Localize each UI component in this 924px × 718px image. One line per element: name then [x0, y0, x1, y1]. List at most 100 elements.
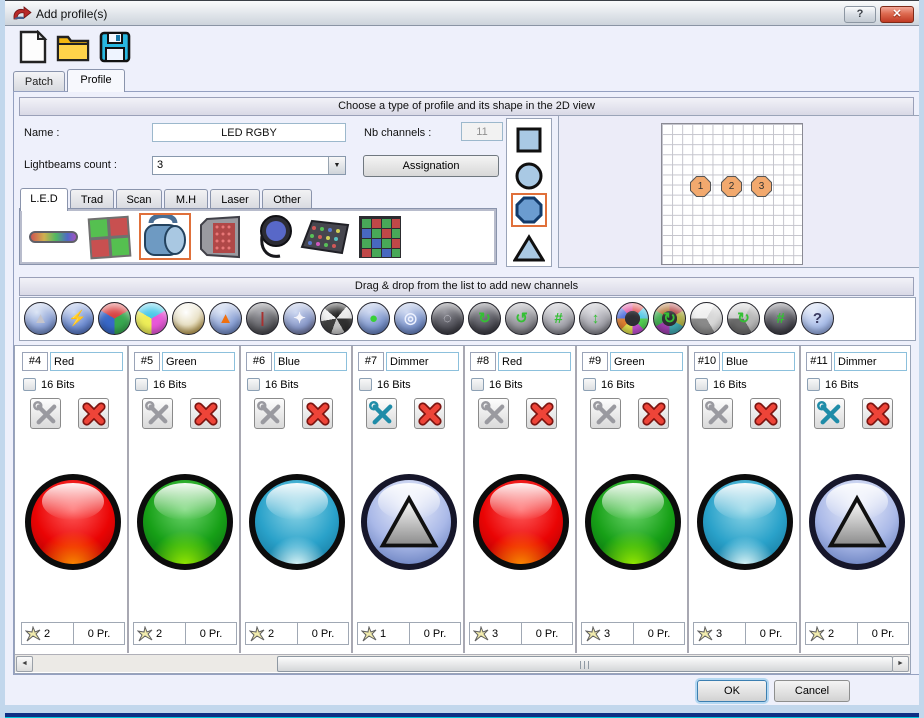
fixture-tab-other[interactable]: Other [262, 189, 312, 210]
speed-channel-icon[interactable]: | [246, 302, 279, 335]
channel-16bits-option[interactable]: 16 Bits [359, 378, 411, 391]
2d-view-grid[interactable]: 1 2 3 [661, 123, 803, 265]
shape-octagon-selected[interactable] [511, 193, 547, 227]
channel-name-input[interactable] [722, 352, 795, 371]
led-can-fixture-selected[interactable] [139, 213, 191, 260]
unknown-channel-icon[interactable]: ? [801, 302, 834, 335]
pr-count-cell[interactable]: 0 Pr. [409, 622, 461, 645]
channel-16bits-option[interactable]: 16 Bits [695, 378, 747, 391]
checkbox-16bits[interactable] [247, 378, 260, 391]
channel-delete-button[interactable] [750, 398, 781, 429]
checkbox-16bits[interactable] [583, 378, 596, 391]
channel-name-input[interactable] [162, 352, 235, 371]
channel-settings-button[interactable] [590, 398, 621, 429]
gobo-wheel-rotation-channel-icon[interactable]: ↻ [468, 302, 501, 335]
channel-orb[interactable] [361, 474, 457, 570]
fixture-tab-mh[interactable]: M.H [164, 189, 208, 210]
preset-count-cell[interactable]: 2 [21, 622, 73, 645]
pr-count-cell[interactable]: 0 Pr. [857, 622, 909, 645]
channel-settings-button[interactable] [254, 398, 285, 429]
scroll-right-arrow[interactable]: ► [892, 656, 909, 672]
open-profile-button[interactable] [55, 30, 91, 66]
channel-settings-button[interactable] [142, 398, 173, 429]
shape-square[interactable] [511, 123, 547, 157]
checkbox-16bits[interactable] [695, 378, 708, 391]
channel-settings-button[interactable] [478, 398, 509, 429]
channel-settings-button[interactable] [814, 398, 845, 429]
color-wheel-dots-channel-icon[interactable] [616, 302, 649, 335]
pr-count-cell[interactable]: 0 Pr. [521, 622, 573, 645]
scrollbar-thumb[interactable] [277, 656, 893, 672]
channel-name-input[interactable] [834, 352, 907, 371]
name-input[interactable] [152, 123, 346, 142]
channel-delete-button[interactable] [190, 398, 221, 429]
pr-count-cell[interactable]: 0 Pr. [185, 622, 237, 645]
preset-count-cell[interactable]: 3 [693, 622, 745, 645]
close-button[interactable]: ✕ [880, 6, 914, 23]
2d-view[interactable]: 1 2 3 [558, 115, 922, 268]
color-wheel-rotation-channel-icon[interactable]: ↻ [653, 302, 686, 335]
pr-count-cell[interactable]: 0 Pr. [297, 622, 349, 645]
led-bar-fixture[interactable] [28, 213, 80, 260]
channel-settings-button[interactable] [366, 398, 397, 429]
lightbeams-count-select[interactable]: 3 ▼ [152, 156, 346, 175]
channel-delete-button[interactable] [862, 398, 893, 429]
shape-circle[interactable] [511, 159, 547, 193]
strobe-channel-icon[interactable]: ⚡ [61, 302, 94, 335]
channel-orb[interactable] [473, 474, 569, 570]
beam-marker-3[interactable]: 3 [751, 176, 772, 197]
led-panel-fixture[interactable] [84, 213, 136, 260]
effect-index-channel-icon[interactable]: # [764, 302, 797, 335]
zoom-channel-icon[interactable]: ◎ [394, 302, 427, 335]
channel-delete-button[interactable] [638, 398, 669, 429]
pr-count-cell[interactable]: 0 Pr. [633, 622, 685, 645]
led-wash-fixture[interactable] [192, 213, 244, 260]
rgb-matrix-fixture[interactable] [354, 213, 406, 260]
tab-patch[interactable]: Patch [13, 71, 65, 92]
new-profile-button[interactable] [15, 30, 51, 66]
beam-marker-1[interactable]: 1 [690, 176, 711, 197]
assignation-button[interactable]: Assignation [363, 155, 499, 177]
title-bar[interactable]: Add profile(s) ? ✕ [0, 0, 924, 26]
channel-delete-button[interactable] [78, 398, 109, 429]
fixture-tab-scan[interactable]: Scan [116, 189, 162, 210]
channel-16bits-option[interactable]: 16 Bits [135, 378, 187, 391]
preset-count-cell[interactable]: 3 [581, 622, 633, 645]
channel-name-input[interactable] [498, 352, 571, 371]
fixture-tab-led[interactable]: L.E.D [20, 188, 68, 211]
beam-marker-2[interactable]: 2 [721, 176, 742, 197]
channel-16bits-option[interactable]: 16 Bits [583, 378, 635, 391]
pr-count-cell[interactable]: 0 Pr. [73, 622, 125, 645]
channel-delete-button[interactable] [414, 398, 445, 429]
tab-profile[interactable]: Profile [67, 69, 125, 92]
dimmer-channel-icon[interactable]: ▲ [24, 302, 57, 335]
led-par-fixture[interactable] [250, 213, 302, 260]
focus-channel-icon[interactable]: ● [357, 302, 390, 335]
channel-name-input[interactable] [274, 352, 347, 371]
gobo-wheel-channel-icon[interactable]: ◌ [431, 302, 464, 335]
horizontal-scrollbar[interactable]: ◄ ► [15, 654, 910, 672]
preset-count-cell[interactable]: 1 [357, 622, 409, 645]
iris-channel-icon[interactable] [320, 302, 353, 335]
wheel-scroll-channel-icon[interactable]: ↕ [579, 302, 612, 335]
channel-16bits-option[interactable]: 16 Bits [471, 378, 523, 391]
gobo-figure-channel-icon[interactable]: ✦ [283, 302, 316, 335]
channel-delete-button[interactable] [526, 398, 557, 429]
channel-name-input[interactable] [386, 352, 459, 371]
color-wheel-channel-icon[interactable] [172, 302, 205, 335]
prism-rotation-channel-icon[interactable]: ↻ [727, 302, 760, 335]
channel-orb[interactable] [809, 474, 905, 570]
fixture-tab-laser[interactable]: Laser [210, 189, 260, 210]
checkbox-16bits[interactable] [135, 378, 148, 391]
channel-orb[interactable] [25, 474, 121, 570]
channel-name-input[interactable] [50, 352, 123, 371]
checkbox-16bits[interactable] [23, 378, 36, 391]
channel-orb[interactable] [137, 474, 233, 570]
channel-orb[interactable] [697, 474, 793, 570]
preset-count-cell[interactable]: 2 [133, 622, 185, 645]
channel-orb[interactable] [585, 474, 681, 570]
amber-dimmer-channel-icon[interactable]: ▲ [209, 302, 242, 335]
channel-delete-button[interactable] [302, 398, 333, 429]
preset-count-cell[interactable]: 3 [469, 622, 521, 645]
help-button[interactable]: ? [844, 6, 876, 23]
